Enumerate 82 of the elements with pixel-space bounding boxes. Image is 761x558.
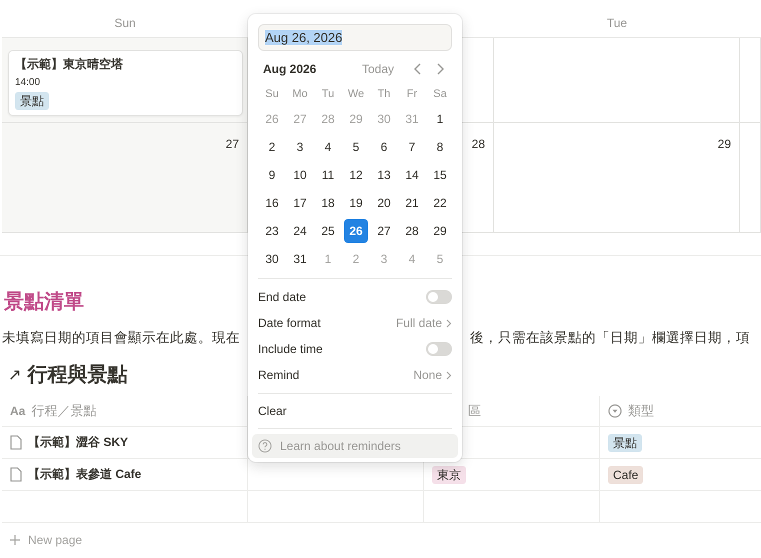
- calendar-day[interactable]: 19: [344, 191, 368, 215]
- calendar-day[interactable]: 24: [288, 219, 312, 243]
- page-icon: [10, 467, 22, 482]
- weekday-label: Th: [376, 87, 392, 102]
- event-card[interactable]: 【示範】東京晴空塔 14:00 景點: [8, 50, 243, 116]
- calendar-day[interactable]: 28: [400, 219, 424, 243]
- calendar-day[interactable]: 15: [428, 163, 452, 187]
- weekday-label: Su: [264, 87, 280, 102]
- day-number: 28: [472, 137, 485, 151]
- calendar-day[interactable]: 6: [372, 135, 396, 159]
- day-cell[interactable]: 29: [494, 123, 740, 233]
- day-number: 27: [226, 137, 239, 151]
- calendar-day[interactable]: 25: [316, 219, 340, 243]
- calendar-day[interactable]: 17: [288, 191, 312, 215]
- setting-label: Date format: [258, 316, 322, 330]
- calendar-day[interactable]: 29: [428, 219, 452, 243]
- calendar-day[interactable]: 13: [372, 163, 396, 187]
- weekday-label: Sa: [432, 87, 448, 102]
- calendar-day[interactable]: 27: [372, 219, 396, 243]
- calendar-day[interactable]: 2: [260, 135, 284, 159]
- plus-icon[interactable]: [10, 535, 20, 545]
- calendar-day[interactable]: 1: [428, 107, 452, 131]
- day-cell[interactable]: 27: [2, 123, 248, 233]
- day-cell[interactable]: [740, 123, 761, 233]
- setting-label: End date: [258, 290, 308, 304]
- day-cell[interactable]: 【示範】東京晴空塔 14:00 景點: [2, 38, 248, 123]
- calendar-day[interactable]: 26: [344, 219, 368, 243]
- calendar-day[interactable]: 11: [316, 163, 340, 187]
- description-text: 後，只需在該景點的「日期」欄選擇日期，項: [470, 329, 751, 347]
- link-arrow[interactable]: ↗: [8, 364, 22, 384]
- toggle-switch[interactable]: [426, 290, 452, 304]
- weekday-label: Tue: [606, 16, 628, 30]
- tag: 景點: [15, 92, 49, 110]
- calendar-day[interactable]: 8: [428, 135, 452, 159]
- toggle-switch[interactable]: [426, 342, 452, 356]
- day-number: 29: [718, 137, 731, 151]
- text-type-icon: Aa: [10, 404, 26, 418]
- weekday-label: Mo: [291, 87, 309, 102]
- event-time: 14:00: [15, 77, 40, 88]
- section-title: 景點清單: [4, 290, 84, 315]
- description-text: 未填寫日期的項目會顯示在此處。現在: [2, 329, 241, 347]
- weekday-label: Sun: [114, 16, 136, 30]
- tag: 景點: [608, 434, 642, 452]
- calendar-day[interactable]: 30: [260, 247, 284, 271]
- tag: Cafe: [608, 466, 644, 484]
- calendar-day[interactable]: 22: [428, 191, 452, 215]
- weekday-label: Tu: [320, 87, 336, 102]
- calendar-day[interactable]: 4: [316, 135, 340, 159]
- row-title[interactable]: 【示範】澀谷 SKY: [28, 434, 128, 451]
- calendar-day[interactable]: 20: [372, 191, 396, 215]
- weekday-label: We: [346, 87, 366, 102]
- chevron-right-icon: [446, 318, 452, 328]
- row-title[interactable]: 【示範】表參道 Cafe: [28, 466, 142, 483]
- calendar-day[interactable]: 31: [288, 247, 312, 271]
- calendar-day[interactable]: 5: [344, 135, 368, 159]
- help-link-text: Learn about reminders: [280, 439, 401, 453]
- calendar-day[interactable]: 23: [260, 219, 284, 243]
- calendar-day[interactable]: 21: [400, 191, 424, 215]
- page-icon: [10, 435, 22, 450]
- event-title: 【示範】東京晴空塔: [15, 56, 123, 73]
- weekday-label: Fr: [406, 87, 418, 102]
- database-heading[interactable]: 行程與景點: [27, 361, 128, 388]
- setting-label: Remind: [258, 368, 300, 382]
- clear-button[interactable]: Clear: [258, 404, 287, 418]
- calendar-day[interactable]: 14: [400, 163, 424, 187]
- calendar-day[interactable]: 12: [344, 163, 368, 187]
- tag: 東京: [432, 466, 466, 484]
- calendar-day[interactable]: 9: [260, 163, 284, 187]
- date-input[interactable]: Aug 26, 2026: [258, 24, 452, 51]
- calendar-day[interactable]: 7: [400, 135, 424, 159]
- month-label: Aug 2026: [263, 62, 318, 76]
- chevron-right-icon: [446, 370, 452, 380]
- calendar-day[interactable]: 18: [316, 191, 340, 215]
- day-cell[interactable]: [740, 38, 761, 123]
- select-property-icon: [608, 404, 622, 418]
- selected-date-text: Aug 26, 2026: [265, 30, 342, 45]
- setting-label: Include time: [258, 342, 324, 356]
- calendar-day[interactable]: 10: [288, 163, 312, 187]
- calendar-day[interactable]: 16: [260, 191, 284, 215]
- help-icon: [258, 439, 272, 453]
- calendar-day[interactable]: 3: [288, 135, 312, 159]
- day-cell[interactable]: [494, 38, 740, 123]
